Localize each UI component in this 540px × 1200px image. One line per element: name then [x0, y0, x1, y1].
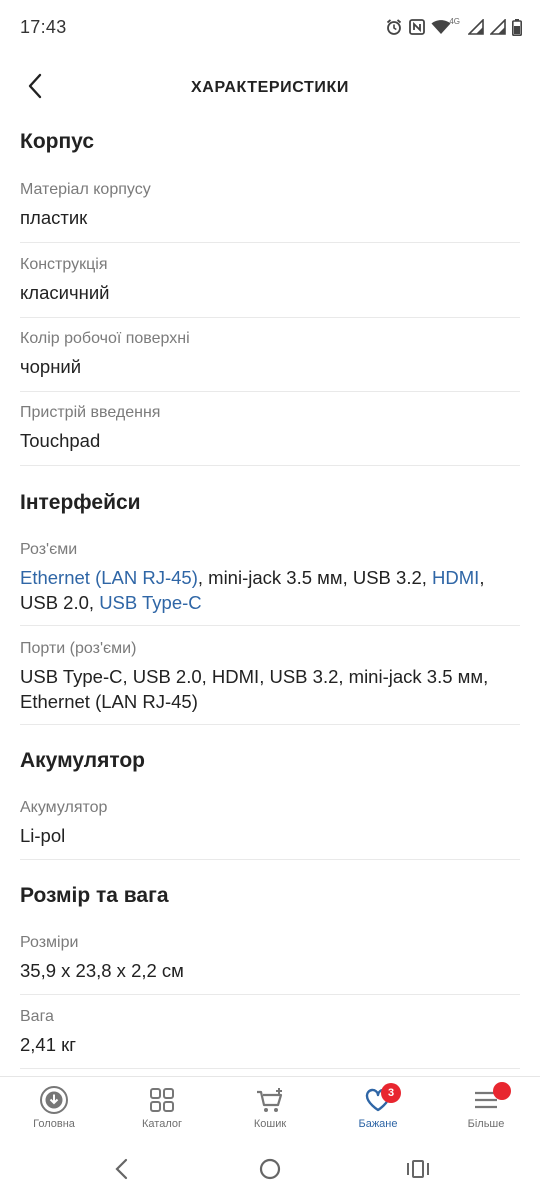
spec-label: Розміри — [20, 934, 79, 951]
nfc-icon — [409, 19, 426, 35]
nav-item-wishlist[interactable]: 3 Бажане — [324, 1077, 432, 1143]
recents-icon — [406, 1159, 430, 1184]
nav-label: Каталог — [142, 1118, 182, 1130]
spec-label: Роз'єми — [20, 541, 78, 558]
cart-icon — [253, 1085, 287, 1115]
system-back-button[interactable] — [106, 1156, 136, 1186]
status-icons: 4G — [385, 16, 522, 38]
network-type: 4G — [449, 16, 460, 26]
spec-row: Роз'єми Ethernet (LAN RJ-45), mini-jack … — [20, 540, 520, 626]
spec-value: Touchpad — [20, 430, 101, 451]
wifi-icon — [431, 19, 451, 35]
status-time: 17:43 — [20, 17, 67, 37]
system-home-button[interactable] — [255, 1156, 285, 1186]
system-recents-button[interactable] — [403, 1156, 433, 1186]
spec-row: Акумулятор Li-pol — [20, 798, 520, 860]
spec-link-usb-type-c[interactable]: USB Type-C — [99, 592, 201, 613]
nav-label: Головна — [33, 1118, 75, 1130]
spec-label: Матеріал корпусу — [20, 181, 151, 198]
section-title-size-weight: Розмір та вага — [20, 884, 169, 907]
battery-icon — [512, 18, 522, 36]
spec-row: Розміри 35,9 х 23,8 х 2,2 см — [20, 933, 520, 995]
nav-label: Більше — [467, 1118, 505, 1130]
status-bar: 17:43 4G — [0, 0, 540, 54]
nav-item-more[interactable]: Більше — [432, 1077, 540, 1143]
nav-item-catalog[interactable]: Каталог — [108, 1077, 216, 1143]
spec-value: USB Type-C, USB 2.0, HDMI, USB 3.2, mini… — [20, 666, 489, 712]
spec-row: Вага 2,41 кг — [20, 1007, 520, 1069]
spec-row: Матеріал корпусу пластик — [20, 180, 520, 243]
spec-value: 2,41 кг — [20, 1034, 76, 1055]
section-title-body: Корпус — [20, 130, 94, 153]
spec-label: Конструкція — [20, 256, 108, 273]
spec-row: Колір робочої поверхні чорний — [20, 329, 520, 392]
heart-icon: 3 — [361, 1083, 401, 1115]
spec-value: 35,9 х 23,8 х 2,2 см — [20, 960, 184, 981]
home-icon — [37, 1085, 71, 1115]
nav-label: Кошик — [253, 1118, 287, 1130]
nav-label: Бажане — [358, 1118, 398, 1130]
spec-row: Пристрій введення Touchpad — [20, 403, 520, 466]
alarm-icon — [385, 18, 403, 36]
spec-label: Пристрій введення — [20, 404, 161, 421]
app-header: ХАРАКТЕРИСТИКИ — [0, 60, 540, 116]
notification-dot — [493, 1082, 511, 1100]
spec-link-hdmi[interactable]: HDMI — [432, 567, 479, 588]
bottom-nav: Головна Каталог Кошик 3 Бажане Більше — [0, 1076, 540, 1142]
grid-icon — [145, 1085, 179, 1115]
spec-value: чорний — [20, 356, 82, 377]
nav-item-cart[interactable]: Кошик — [216, 1077, 324, 1143]
page-title: ХАРАКТЕРИСТИКИ — [191, 79, 349, 96]
signal-icon — [468, 19, 484, 35]
menu-icon — [469, 1082, 511, 1115]
spec-label: Колір робочої поверхні — [20, 330, 190, 347]
wishlist-count-badge: 3 — [381, 1083, 401, 1103]
spec-row: Порти (роз'єми) USB Type-C, USB 2.0, HDM… — [20, 639, 520, 725]
spec-value: Li-pol — [20, 825, 66, 846]
spec-text: , mini-jack 3.5 мм, USB 3.2, — [197, 567, 433, 588]
nav-item-home[interactable]: Головна — [0, 1077, 108, 1143]
spec-value: пластик — [20, 207, 88, 228]
system-nav-bar — [0, 1142, 540, 1200]
spec-value: класичний — [20, 282, 110, 303]
signal-icon — [490, 19, 506, 35]
section-title-battery: Акумулятор — [20, 749, 145, 772]
spec-link-ethernet[interactable]: Ethernet (LAN RJ-45) — [20, 567, 198, 588]
spec-row: Конструкція класичний — [20, 255, 520, 318]
home-circle-icon — [259, 1158, 281, 1185]
spec-value-connectors: Ethernet (LAN RJ-45), mini-jack 3.5 мм, … — [20, 565, 520, 615]
spec-label: Вага — [20, 1008, 54, 1025]
spec-label: Акумулятор — [20, 799, 108, 816]
spec-label: Порти (роз'єми) — [20, 640, 137, 657]
back-triangle-icon — [114, 1158, 128, 1185]
section-title-interfaces: Інтерфейси — [20, 491, 141, 514]
